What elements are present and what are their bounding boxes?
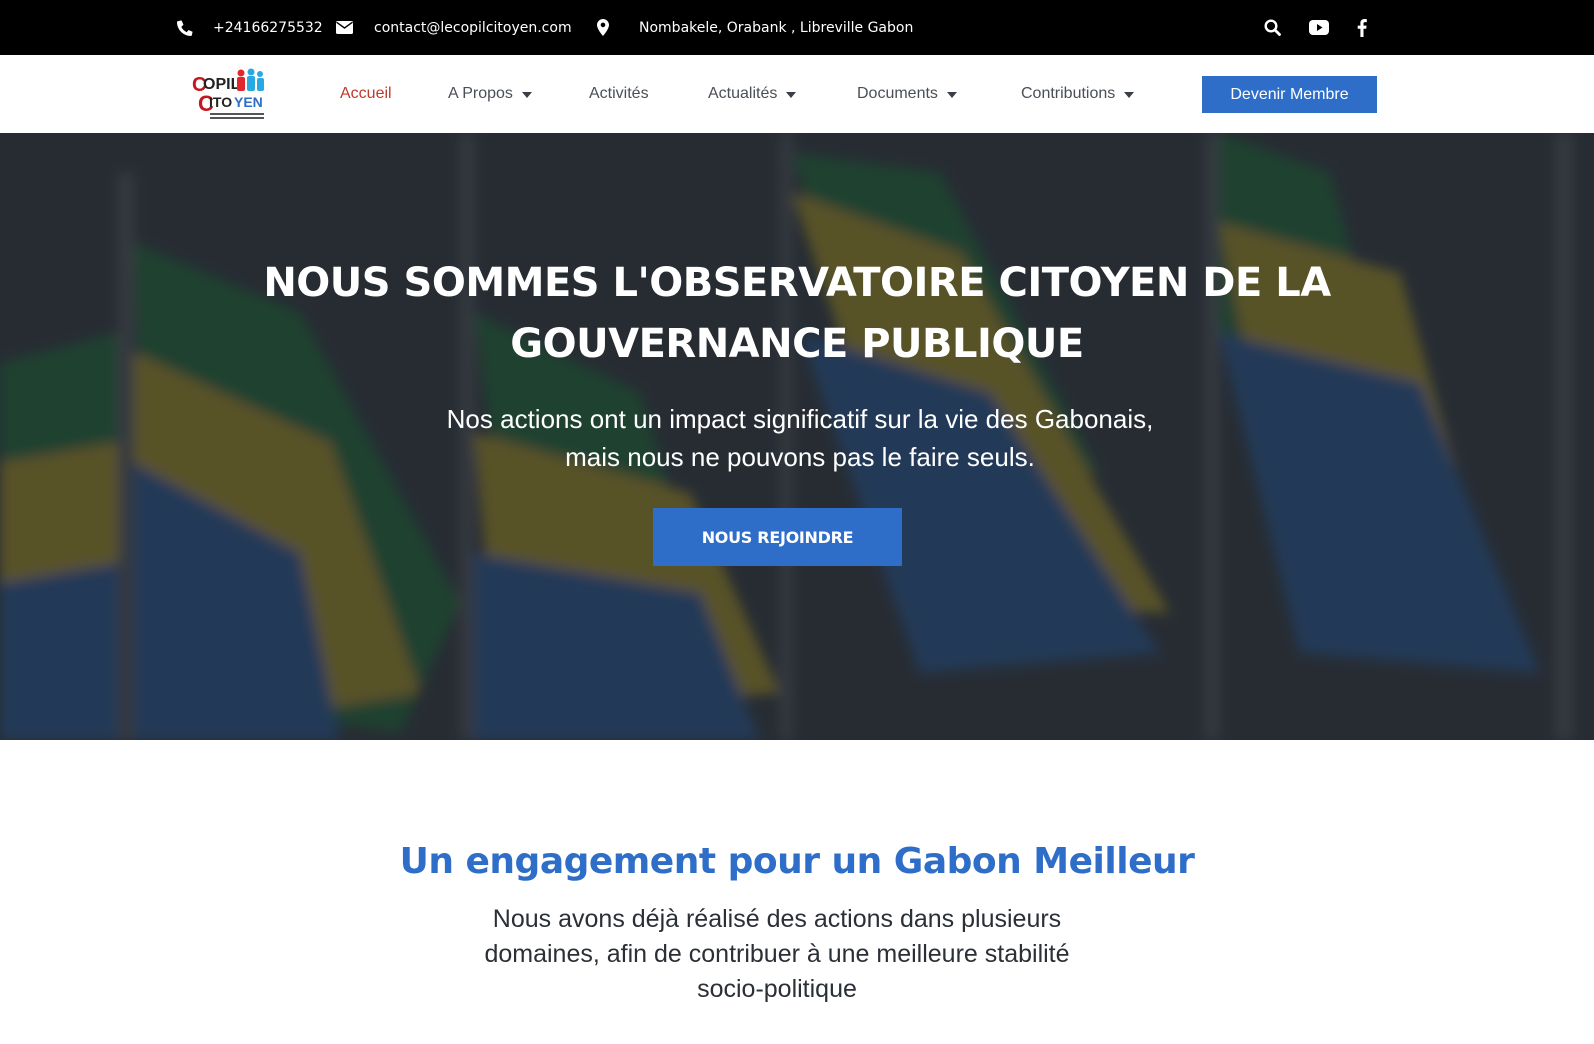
nav-accueil[interactable]: Accueil — [340, 55, 392, 133]
hero-title: NOUS SOMMES L'OBSERVATOIRE CITOYEN DE LA… — [200, 253, 1394, 375]
nav-activites-label: Activités — [589, 85, 649, 102]
section-title: Un engagement pour un Gabon Meilleur — [399, 841, 1195, 882]
nav-documents-label: Documents — [857, 85, 938, 102]
section-description: Nous avons déjà réalisé des actions dans… — [447, 902, 1107, 1007]
hero-title-line-1: NOUS SOMMES L'OBSERVATOIRE CITOYEN DE LA — [263, 260, 1331, 306]
hero-subtitle-line-1: Nos actions ont un impact significatif s… — [446, 404, 1154, 434]
phone-icon — [177, 19, 193, 36]
facebook-icon[interactable] — [1357, 0, 1367, 55]
hero-subtitle: Nos actions ont un impact significatif s… — [300, 400, 1300, 476]
nav-activites[interactable]: Activités — [589, 55, 649, 133]
nous-rejoindre-button[interactable]: NOUS REJOINDRE — [653, 508, 902, 566]
nav-actualites[interactable]: Actualités — [708, 55, 797, 133]
section-text-line-3: socio-politique — [697, 975, 857, 1003]
email-contact[interactable]: contact@lecopilcitoyen.com — [336, 0, 572, 55]
address-contact: Nombakele, Orabank , Libreville Gabon — [597, 0, 913, 55]
caret-down-icon — [946, 92, 957, 98]
caret-down-icon — [786, 92, 797, 98]
phone-number: +24166275532 — [213, 19, 323, 36]
hero-subtitle-line-2: mais nous ne pouvons pas le faire seuls. — [565, 442, 1035, 472]
map-pin-icon — [597, 19, 609, 36]
phone-contact[interactable]: +24166275532 — [177, 0, 323, 55]
hero-title-line-2: GOUVERNANCE PUBLIQUE — [510, 321, 1084, 367]
nav-a-propos[interactable]: A Propos — [448, 55, 532, 133]
address-text: Nombakele, Orabank , Libreville Gabon — [639, 19, 914, 36]
nav-documents[interactable]: Documents — [857, 55, 957, 133]
svg-text:ITO: ITO — [209, 94, 232, 110]
top-bar: +24166275532 contact@lecopilcitoyen.com … — [0, 0, 1594, 55]
nav-accueil-label: Accueil — [340, 85, 392, 102]
section-text-line-1: Nous avons déjà réalisé des actions dans… — [492, 905, 1062, 933]
main-header: C OPIL C ITO YEN Accueil A Propos Activi… — [0, 55, 1594, 133]
nav-actualites-label: Actualités — [708, 85, 778, 102]
svg-text:YEN: YEN — [234, 94, 263, 110]
section-text-line-2: domaines, afin de contribuer à une meill… — [484, 940, 1070, 968]
hero-banner: NOUS SOMMES L'OBSERVATOIRE CITOYEN DE LA… — [0, 133, 1594, 740]
search-icon[interactable] — [1264, 0, 1281, 55]
caret-down-icon — [1124, 92, 1135, 98]
email-address: contact@lecopilcitoyen.com — [374, 19, 572, 36]
site-logo[interactable]: C OPIL C ITO YEN — [192, 67, 268, 121]
devenir-membre-button[interactable]: Devenir Membre — [1202, 76, 1377, 113]
nav-contributions-label: Contributions — [1021, 85, 1116, 102]
youtube-icon[interactable] — [1309, 0, 1329, 55]
caret-down-icon — [521, 92, 532, 98]
envelope-icon — [336, 21, 353, 34]
nav-contributions[interactable]: Contributions — [1021, 55, 1135, 133]
nav-a-propos-label: A Propos — [448, 85, 513, 102]
